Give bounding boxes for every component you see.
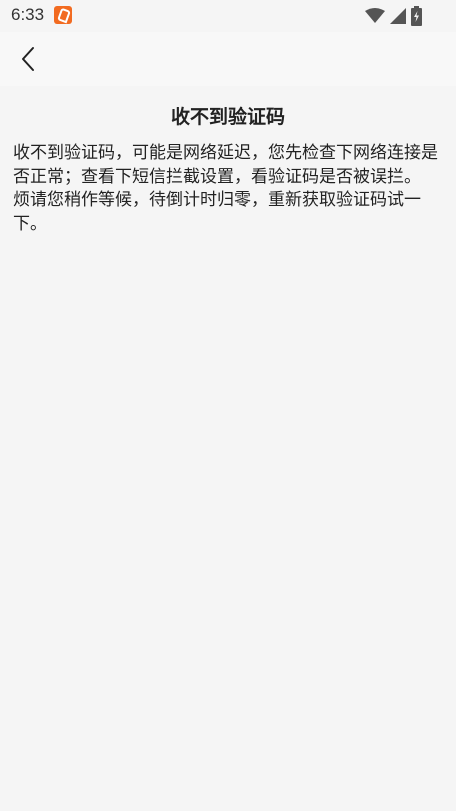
signal-icon [390, 8, 406, 24]
help-body-text: 收不到验证码，可能是网络延迟，您先检查下网络连接是否正常；查看下短信拦截设置，看… [13, 142, 445, 236]
navigation-bar [0, 32, 456, 86]
page-title: 收不到验证码 [170, 106, 285, 128]
wifi-icon [365, 8, 385, 23]
app-notification-icon [54, 6, 72, 24]
help-paragraph-1: 收不到验证码，可能是网络延迟，您先检查下网络连接是否正常；查看下短信拦截设置，看… [13, 143, 438, 187]
system-icons [365, 5, 422, 27]
help-paragraph-2: 烦请您稍作等候，待倒计时归零，重新获取验证码试一下。 [13, 190, 421, 234]
status-time: 6:33 [11, 5, 45, 24]
back-button[interactable] [10, 40, 46, 78]
battery-charging-icon [411, 6, 422, 26]
help-content: 收不到验证码 收不到验证码，可能是网络延迟，您先检查下网络连接是否正常；查看下短… [0, 86, 456, 811]
status-bar: 6:33 [0, 0, 456, 32]
chevron-left-icon [22, 47, 34, 71]
